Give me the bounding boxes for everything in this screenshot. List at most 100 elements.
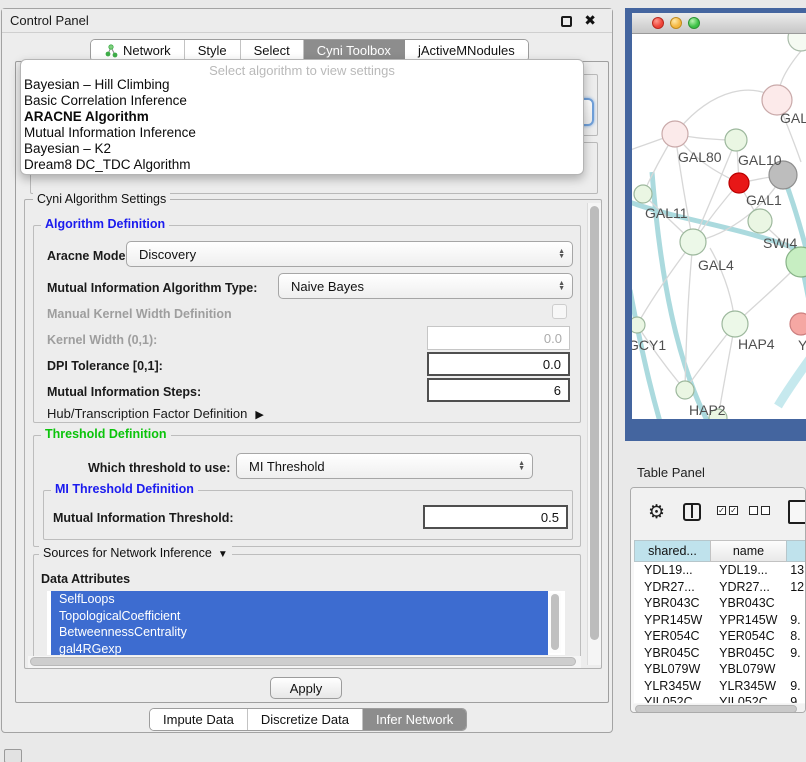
close-traffic-light-icon[interactable] (652, 17, 664, 29)
float-window-icon[interactable] (561, 16, 572, 27)
network-node[interactable] (786, 247, 806, 277)
table-cell: YDL19... (709, 563, 784, 577)
close-icon[interactable]: ✖ (584, 12, 596, 29)
network-node[interactable] (634, 185, 652, 203)
network-edge[interactable] (632, 290, 670, 419)
tab-style[interactable]: Style (185, 40, 241, 61)
apply-button[interactable]: Apply (270, 677, 342, 699)
table-cell: YDR27... (634, 580, 709, 594)
network-graph[interactable]: GALGAL80GAL10GAL11GAL1SWI4GAL4GCY1HAP4YH… (632, 34, 806, 419)
mi-steps-field[interactable]: 6 (427, 378, 570, 402)
network-node[interactable] (748, 209, 772, 233)
zoom-traffic-light-icon[interactable] (688, 17, 700, 29)
node-label: GAL10 (738, 152, 782, 168)
table-cell: YBR043C (709, 596, 784, 610)
network-node[interactable] (676, 381, 694, 399)
dropdown-item-aracne-algorithm[interactable]: ARACNE Algorithm (21, 109, 583, 125)
table-row[interactable]: YDL19...YDL19...13 (634, 562, 806, 579)
network-node[interactable] (729, 173, 749, 193)
minimized-window-icon[interactable] (4, 749, 22, 762)
settings-horizontal-scrollbar[interactable] (28, 656, 581, 668)
network-node[interactable] (788, 34, 806, 51)
aracne-mode-value: Discovery (139, 247, 196, 262)
attribute-item-gal4rgexp[interactable]: gal4RGexp (51, 641, 548, 656)
table-cell: 9. (784, 646, 806, 660)
which-threshold-combo[interactable]: MI Threshold ▲▼ (236, 453, 533, 479)
network-node[interactable] (722, 311, 748, 337)
tab-cyni-toolbox[interactable]: Cyni Toolbox (304, 40, 405, 61)
table-row[interactable]: YLR345WYLR345W9. (634, 678, 806, 695)
tab-discretize-data[interactable]: Discretize Data (248, 709, 363, 730)
data-attributes-label: Data Attributes (41, 572, 130, 586)
aracne-mode-combo[interactable]: Discovery ▲▼ (126, 241, 573, 267)
node-label: Y (798, 337, 806, 353)
mi-threshold-field[interactable]: 0.5 (423, 505, 568, 529)
scrollbar-thumb[interactable] (635, 705, 797, 713)
screen: Control Panel ✖ NetworkStyleSelectCyni T… (0, 0, 806, 762)
sources-title-text: Sources for Network Inference (43, 546, 212, 560)
table-row[interactable]: YBR043CYBR043C (634, 595, 806, 612)
stepper-icon: ▲▼ (518, 461, 525, 471)
cyni-algorithm-settings-box: Cyni Algorithm Settings Algorithm Defini… (24, 199, 602, 669)
column-header-2[interactable] (786, 540, 806, 562)
threshold-definition-title: Threshold Definition (41, 427, 171, 441)
network-node[interactable] (790, 313, 806, 335)
gear-icon[interactable]: ⚙ (648, 503, 665, 522)
select-all-checks-icon[interactable]: ✓✓ (717, 506, 738, 515)
mi-steps-value: 6 (554, 383, 561, 398)
dropdown-item-mutual-information-inference[interactable]: Mutual Information Inference (21, 125, 583, 141)
kernel-width-field[interactable]: 0.0 (427, 326, 570, 350)
network-node[interactable] (680, 229, 706, 255)
column-header-shared[interactable]: shared... (634, 540, 710, 562)
column-header-name[interactable]: name (710, 540, 786, 562)
scrollbar-thumb[interactable] (590, 206, 599, 640)
document-icon[interactable] (788, 500, 806, 524)
cyni-settings-title: Cyni Algorithm Settings (33, 192, 170, 206)
mi-type-combo[interactable]: Naive Bayes ▲▼ (278, 273, 573, 299)
control-panel-title: Control Panel (10, 13, 89, 28)
network-edge[interactable] (778, 350, 806, 406)
deselect-all-checks-icon[interactable] (749, 506, 770, 515)
sources-group-title[interactable]: Sources for Network Inference▼ (39, 546, 232, 560)
dropdown-item-basic-correlation-inference[interactable]: Basic Correlation Inference (21, 93, 583, 109)
scrollbar-thumb[interactable] (30, 657, 576, 666)
dropdown-item-dream8-dc-tdc-algorithm[interactable]: Dream8 DC_TDC Algorithm (21, 157, 583, 173)
table-row[interactable]: YBR045CYBR045C9. (634, 645, 806, 662)
table-row[interactable]: YPR145WYPR145W9. (634, 612, 806, 629)
network-node[interactable] (632, 317, 645, 333)
network-node[interactable] (662, 121, 688, 147)
dropdown-item-bayesian-hill-climbing[interactable]: Bayesian – Hill Climbing (21, 77, 583, 93)
attribute-item-betweennesscentrality[interactable]: BetweennessCentrality (51, 624, 548, 641)
dropdown-item-bayesian-k2[interactable]: Bayesian – K2 (21, 141, 583, 157)
mi-steps-label: Mutual Information Steps: (47, 385, 201, 399)
scrollbar-thumb[interactable] (551, 594, 559, 650)
attributes-list-scrollbar[interactable] (549, 593, 561, 653)
network-node[interactable] (725, 129, 747, 151)
dpi-tolerance-field[interactable]: 0.0 (427, 352, 570, 376)
table-horizontal-scrollbar[interactable] (633, 704, 805, 713)
attribute-item-selfloops[interactable]: SelfLoops (51, 591, 548, 608)
attribute-item-topologicalcoefficient[interactable]: TopologicalCoefficient (51, 608, 548, 625)
hub-definition-label: Hub/Transcription Factor Definition (47, 406, 247, 421)
tab-select[interactable]: Select (241, 40, 304, 61)
table-cell: YBR045C (634, 646, 709, 660)
node-label: SWI4 (763, 235, 797, 251)
table-row[interactable]: YIL052CYIL052C9 (634, 694, 806, 703)
data-attributes-list[interactable]: SelfLoopsTopologicalCoefficientBetweenne… (47, 591, 565, 655)
column-layout-icon[interactable] (683, 503, 701, 521)
table-row[interactable]: YER054CYER054C8. (634, 628, 806, 645)
network-canvas[interactable]: GALGAL80GAL10GAL11GAL1SWI4GAL4GCY1HAP4YH… (632, 34, 806, 419)
algorithm-dropdown[interactable]: Select algorithm to view settings Bayesi… (20, 59, 584, 175)
network-titlebar[interactable] (632, 13, 806, 34)
settings-vertical-scrollbar[interactable] (587, 203, 601, 665)
table-row[interactable]: YDR27...YDR27...12 (634, 579, 806, 596)
tab-impute-data[interactable]: Impute Data (150, 709, 248, 730)
minimize-traffic-light-icon[interactable] (670, 17, 682, 29)
hub-definition-toggle[interactable]: Hub/Transcription Factor Definition▶ (47, 406, 264, 421)
manual-kernel-checkbox[interactable] (552, 304, 567, 319)
tab-infer-network[interactable]: Infer Network (363, 709, 466, 730)
tab-network[interactable]: Network (91, 40, 185, 61)
network-edge[interactable] (675, 90, 777, 134)
tab-jactivemnodules[interactable]: jActiveMNodules (405, 40, 528, 61)
table-row[interactable]: YBL079WYBL079W (634, 661, 806, 678)
